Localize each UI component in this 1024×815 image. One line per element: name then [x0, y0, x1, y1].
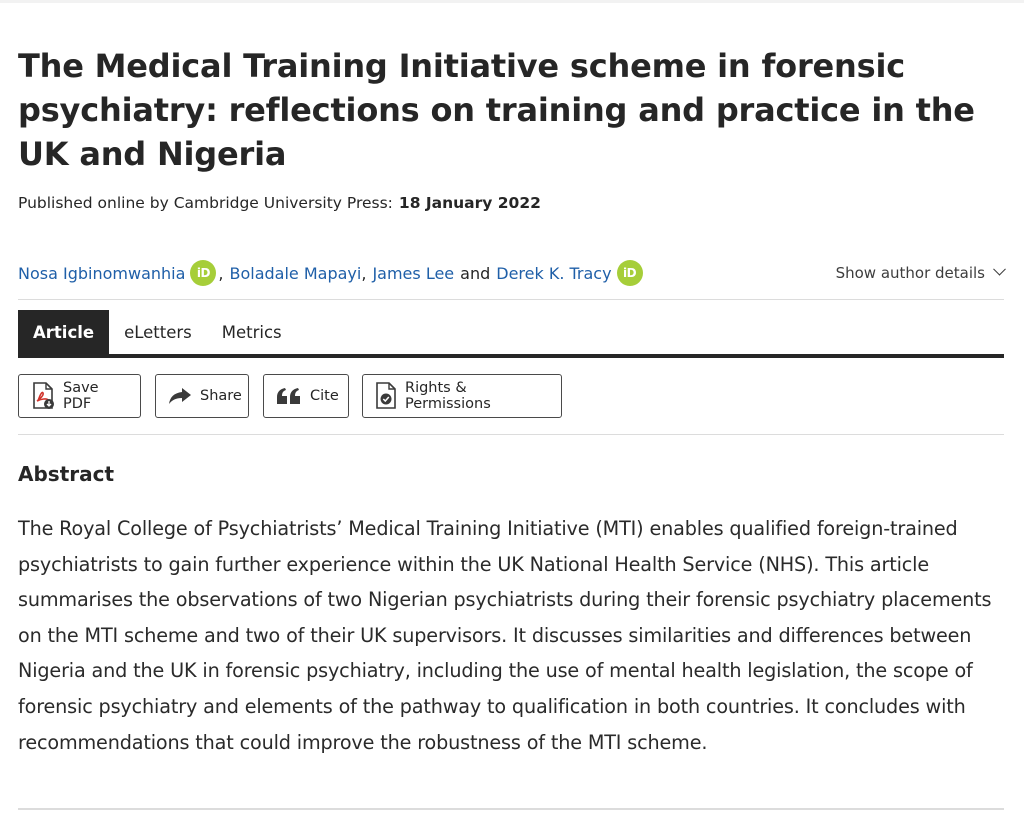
rights-permissions-label: Rights & Permissions: [405, 380, 491, 412]
abstract-text: The Royal College of Psychiatrists’ Medi…: [18, 517, 992, 754]
save-pdf-label: Save PDF: [63, 380, 99, 412]
author-link-tracy[interactable]: Derek K. Tracy: [496, 264, 611, 283]
show-author-details-label: Show author details: [835, 264, 985, 282]
published-date: 18 January 2022: [398, 194, 541, 212]
author-conjunction: and: [460, 263, 491, 283]
author-list: Nosa Igbinomwanhia iD , Boladale Mapayi …: [18, 260, 645, 286]
tab-eletters[interactable]: eLetters: [109, 310, 207, 355]
orcid-icon[interactable]: iD: [616, 260, 643, 286]
cite-label: Cite: [310, 388, 339, 404]
rights-permissions-button[interactable]: Rights & Permissions: [362, 374, 562, 418]
show-author-details-button[interactable]: Show author details: [835, 262, 1006, 282]
published-label: Published online by Cambridge University…: [18, 194, 393, 212]
author-link-mapayi[interactable]: Boladale Mapayi: [230, 264, 362, 283]
author-separator: ,: [361, 263, 367, 283]
tab-metrics[interactable]: Metrics: [207, 310, 297, 355]
tab-article[interactable]: Article: [18, 310, 110, 355]
article-title: The Medical Training Initiative scheme i…: [18, 47, 975, 173]
chevron-down-icon: [993, 262, 1006, 276]
share-button[interactable]: Share: [155, 374, 249, 418]
orcid-icon[interactable]: iD: [190, 260, 217, 286]
divider: [18, 808, 1004, 810]
publication-info: Published online by Cambridge University…: [18, 194, 541, 212]
top-divider: [0, 0, 1024, 3]
abstract-heading: Abstract: [18, 462, 115, 486]
document-check-icon: [375, 382, 397, 410]
divider: [18, 434, 1004, 435]
share-arrow-icon: [168, 387, 192, 405]
author-link-igbinomwanhia[interactable]: Nosa Igbinomwanhia: [18, 264, 185, 283]
author-link-lee[interactable]: James Lee: [372, 264, 454, 283]
quote-icon: [276, 387, 302, 405]
tabs-underline: [18, 354, 1004, 358]
article-tabs: Article eLetters Metrics: [18, 310, 297, 356]
author-separator: ,: [218, 263, 224, 283]
save-pdf-button[interactable]: Save PDF: [18, 374, 141, 418]
divider: [18, 299, 1004, 300]
pdf-icon: [31, 382, 55, 410]
share-label: Share: [200, 388, 242, 404]
cite-button[interactable]: Cite: [263, 374, 349, 418]
